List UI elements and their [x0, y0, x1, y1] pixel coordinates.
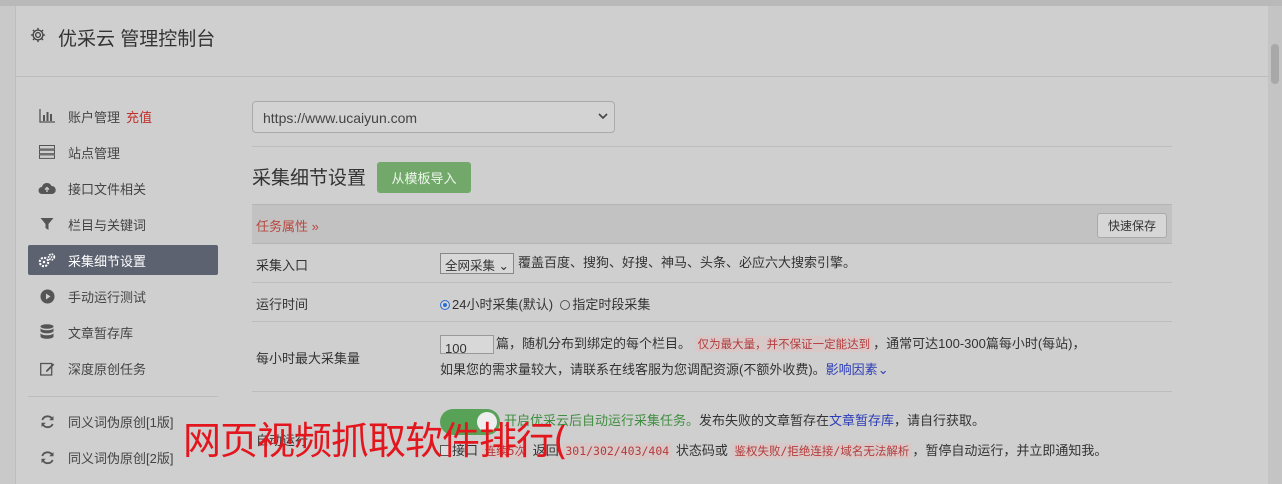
article-store-link[interactable]: 文章暂存库	[829, 413, 894, 428]
max-per-hour-input[interactable]: 100	[440, 335, 494, 356]
tab-label: 任务属性	[256, 219, 309, 234]
table-row-runtime: 运行时间 24小时采集(默认) 指定时段采集	[252, 283, 1172, 322]
sidebar-item-collection-settings[interactable]: 采集细节设置	[28, 245, 218, 275]
sidebar-divider	[28, 396, 218, 397]
max-warning: 仅为最大量，并不保证一定能达到	[694, 336, 874, 352]
refresh-icon	[38, 413, 56, 429]
vertical-scrollbar[interactable]	[1268, 6, 1282, 484]
chevron-down-icon	[598, 113, 608, 120]
bar-chart-icon	[38, 108, 56, 124]
sidebar-item-account[interactable]: 账户管理 充值	[28, 98, 218, 134]
chevron-down-icon: ⌄	[877, 362, 889, 377]
sidebar-item-label: 文章暂存库	[68, 325, 134, 341]
table-header: 任务属性 » 快速保存	[252, 204, 1172, 244]
scrollbar-thumb[interactable]	[1271, 44, 1279, 84]
sidebar-item-sites[interactable]: 站点管理	[28, 134, 218, 170]
row-label: 运行时间	[256, 297, 309, 312]
max-text: 篇，随机分布到绑定的每个栏目。	[496, 336, 692, 351]
auto-text: 发布失败的文章暂存在	[699, 413, 830, 428]
radio-scheduled[interactable]	[560, 300, 571, 310]
entry-description: 覆盖百度、搜狗、好搜、神马、头条、必应六大搜索引擎。	[517, 255, 856, 270]
row-value: 24小时采集(默认) 指定时段采集	[440, 294, 650, 313]
recharge-link[interactable]: 充值	[126, 107, 152, 126]
max-text: ，通常可达100-300篇每小时(每站)，	[873, 336, 1086, 351]
tab-task-properties[interactable]: 任务属性 »	[256, 216, 319, 235]
radio-scheduled-label: 指定时段采集	[572, 297, 651, 312]
table-row-entry: 采集入口 全网采集 ⌄ 覆盖百度、搜狗、好搜、神马、头条、必应六大搜索引擎。	[252, 244, 1172, 283]
sidebar-item-article-store[interactable]: 文章暂存库	[28, 314, 218, 350]
sidebar-item-label: 采集细节设置	[68, 253, 147, 269]
max-text: 如果您的需求量较大，请联系在线客服为您调配资源(不额外收费)。	[440, 362, 826, 377]
database-icon	[38, 324, 56, 340]
chevron-down-icon: ⌄	[498, 259, 509, 274]
radio-24h-label: 24小时采集(默认)	[452, 297, 554, 312]
row-label: 采集入口	[256, 258, 309, 273]
import-from-template-button[interactable]: 从模板导入	[377, 162, 471, 193]
page-header: 优采云 管理控制台	[16, 6, 1269, 77]
entry-select-value: 全网采集	[445, 259, 496, 274]
entry-select[interactable]: 全网采集 ⌄	[440, 253, 514, 275]
overlay-caption: 网页视频抓取软件排行(	[183, 419, 568, 463]
code-errors: 鉴权失败/拒绝连接/域名无法解析	[731, 443, 913, 459]
sidebar-item-label: 账户管理	[68, 109, 121, 125]
sidebar-item-label: 同义词伪原创[2版]	[68, 450, 174, 466]
edit-icon	[38, 360, 56, 376]
page-title: 优采云 管理控制台	[58, 29, 216, 50]
sidebar-item-manual-test[interactable]: 手动运行测试	[28, 278, 218, 314]
filter-icon	[38, 216, 56, 232]
row-label: 每小时最大采集量	[256, 351, 361, 366]
radio-24h[interactable]	[440, 300, 450, 310]
play-circle-icon	[38, 288, 56, 304]
divider	[252, 146, 1172, 147]
site-select[interactable]: https://www.ucaiyun.com	[252, 101, 615, 133]
quick-save-button[interactable]: 快速保存	[1097, 213, 1167, 238]
sidebar-item-label: 站点管理	[68, 145, 121, 161]
sidebar-item-label: 深度原创任务	[68, 361, 147, 377]
main-content: https://www.ucaiyun.com 采集细节设置 从模板导入 任务属…	[252, 101, 1172, 459]
row-value: 全网采集 ⌄ 覆盖百度、搜狗、好搜、神马、头条、必应六大搜索引擎。	[440, 252, 856, 275]
cloud-upload-icon	[38, 180, 56, 196]
section-title: 采集细节设置	[252, 168, 367, 189]
gear-icon	[30, 27, 46, 43]
auto-text: ，暂停自动运行，并立即通知我。	[912, 443, 1108, 458]
code-status: 301/302/403/404	[562, 443, 673, 459]
sidebar-item-label: 栏目与关键词	[68, 217, 147, 233]
server-icon	[38, 144, 56, 160]
row-value: 100 篇，随机分布到绑定的每个栏目。 仅为最大量，并不保证一定能达到 ，通常可达1…	[440, 331, 1170, 383]
site-select-value: https://www.ucaiyun.com	[263, 110, 418, 126]
sidebar-item-deep-original[interactable]: 深度原创任务	[28, 350, 218, 386]
sidebar-item-label: 同义词伪原创[1版]	[68, 414, 174, 430]
sidebar-item-label: 手动运行测试	[68, 289, 147, 305]
auto-text: 状态码或	[675, 443, 728, 458]
gears-icon	[38, 252, 56, 268]
sidebar-item-api-files[interactable]: 接口文件相关	[28, 170, 218, 206]
refresh-icon	[38, 449, 56, 465]
table-row-max-per-hour: 每小时最大采集量 100 篇，随机分布到绑定的每个栏目。 仅为最大量，并不保证一定…	[252, 322, 1172, 392]
double-chevron-down-icon: »	[311, 219, 319, 234]
sidebar-item-label: 接口文件相关	[68, 181, 147, 197]
auto-text: ，请自行获取。	[894, 413, 986, 428]
link-label: 影响因素	[825, 362, 878, 377]
influence-factors-link[interactable]: 影响因素⌄	[826, 362, 889, 377]
sidebar-item-columns-keywords[interactable]: 栏目与关键词	[28, 206, 218, 242]
